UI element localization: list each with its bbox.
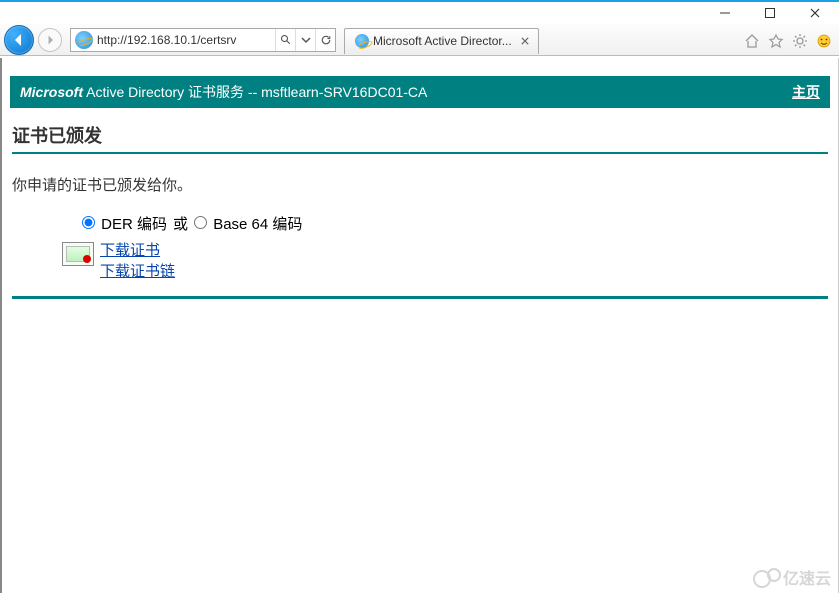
service-label: Active Directory 证书服务 -- msftlearn-SRV16… [83, 84, 427, 100]
tab-active[interactable]: Microsoft Active Director... [344, 28, 539, 54]
watermark-icon [753, 568, 779, 586]
radio-der-label: DER 编码 [101, 216, 167, 233]
radio-base64-label: Base 64 编码 [213, 216, 302, 233]
page-body: 证书已颁发 你申请的证书已颁发给你。 DER 编码 或 Base 64 编码 下… [2, 108, 838, 323]
dropdown-icon[interactable] [295, 29, 315, 51]
radio-base64[interactable]: Base 64 编码 [194, 213, 302, 234]
page-banner: Microsoft Active Directory 证书服务 -- msftl… [10, 76, 830, 108]
brand-label: Microsoft [20, 84, 83, 100]
watermark: 亿速云 [753, 565, 831, 589]
forward-button[interactable] [38, 28, 62, 52]
radio-base64-input[interactable] [194, 216, 207, 229]
smiley-icon[interactable] [815, 32, 833, 50]
home-icon[interactable] [743, 32, 761, 50]
favorites-icon[interactable] [767, 32, 785, 50]
tools-icon[interactable] [791, 32, 809, 50]
content-area: Microsoft Active Directory 证书服务 -- msftl… [0, 58, 839, 593]
tab-title: Microsoft Active Director... [373, 34, 512, 48]
minimize-button[interactable] [702, 3, 747, 23]
radio-separator: 或 [173, 213, 188, 234]
window-titlebar [0, 2, 839, 24]
banner-text: Microsoft Active Directory 证书服务 -- msftl… [20, 82, 427, 102]
encoding-radio-group: DER 编码 或 Base 64 编码 [82, 213, 828, 234]
back-button[interactable] [4, 25, 34, 55]
refresh-icon[interactable] [315, 29, 335, 51]
tab-strip: Microsoft Active Director... [344, 26, 539, 54]
issued-message: 你申请的证书已颁发给你。 [12, 174, 828, 195]
toolbar-status-icons [743, 32, 833, 50]
watermark-label: 亿速云 [783, 565, 831, 589]
home-link[interactable]: 主页 [792, 82, 820, 102]
maximize-button[interactable] [747, 3, 792, 23]
url-input[interactable] [97, 30, 275, 50]
download-chain-link[interactable]: 下载证书链 [100, 261, 175, 282]
section-rule [12, 296, 828, 299]
ie-logo-icon [75, 31, 93, 49]
search-icon[interactable] [275, 29, 295, 51]
download-links: 下载证书 下载证书链 [100, 240, 175, 282]
radio-der-input[interactable] [82, 216, 95, 229]
certificate-icon [62, 242, 94, 266]
ie-favicon-icon [355, 34, 369, 48]
browser-toolbar: Microsoft Active Director... [0, 24, 839, 56]
close-button[interactable] [792, 3, 837, 23]
page-heading: 证书已颁发 [12, 122, 828, 154]
radio-der[interactable]: DER 编码 [82, 213, 167, 234]
download-cert-link[interactable]: 下载证书 [100, 240, 175, 261]
tab-close-icon[interactable] [518, 34, 532, 48]
address-bar[interactable] [70, 28, 336, 52]
download-section: 下载证书 下载证书链 [62, 240, 828, 282]
